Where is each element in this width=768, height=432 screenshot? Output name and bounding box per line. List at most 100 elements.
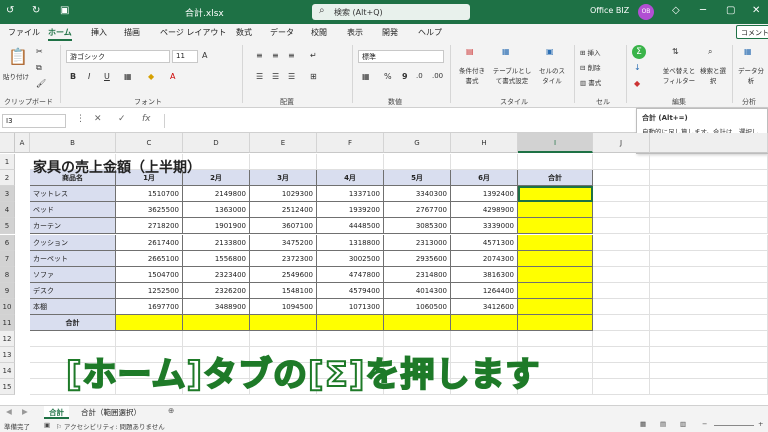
- row-header-7[interactable]: 7: [0, 250, 15, 267]
- sales-value-cell[interactable]: 2549600: [250, 266, 317, 283]
- wrap-text-icon[interactable]: ↵: [310, 51, 317, 60]
- tab-developer[interactable]: 開発: [382, 27, 398, 38]
- column-total-cell[interactable]: [384, 315, 451, 332]
- product-name-cell[interactable]: マットレス: [30, 186, 116, 203]
- sales-value-cell[interactable]: 3488900: [183, 298, 250, 315]
- fill-icon[interactable]: ↓: [634, 63, 641, 72]
- sales-value-cell[interactable]: 3340300: [384, 186, 451, 203]
- column-header-E[interactable]: E: [250, 133, 317, 153]
- prev-sheet-icon[interactable]: ◀: [6, 407, 12, 416]
- sales-value-cell[interactable]: 2074300: [451, 250, 518, 267]
- empty-cell[interactable]: [650, 347, 768, 364]
- empty-cell[interactable]: [650, 282, 768, 299]
- tab-data[interactable]: データ: [270, 27, 294, 38]
- increase-decimal-icon[interactable]: .0: [416, 72, 423, 80]
- sales-value-cell[interactable]: 2665100: [116, 250, 183, 267]
- sales-value-cell[interactable]: 1939200: [317, 202, 384, 219]
- sales-value-cell[interactable]: 2935600: [384, 250, 451, 267]
- sales-value-cell[interactable]: 1901900: [183, 218, 250, 235]
- page-layout-view-icon[interactable]: ▤: [660, 420, 666, 428]
- empty-cell[interactable]: [650, 379, 768, 396]
- font-name-select[interactable]: 游ゴシック: [66, 50, 170, 63]
- sales-value-cell[interactable]: 1363000: [183, 202, 250, 219]
- percent-icon[interactable]: %: [384, 72, 392, 81]
- sales-value-cell[interactable]: 1548100: [250, 282, 317, 299]
- empty-cell[interactable]: [593, 218, 650, 235]
- row-total-cell[interactable]: [518, 298, 593, 315]
- diamond-icon[interactable]: ◇: [672, 5, 680, 16]
- normal-view-icon[interactable]: ▦: [640, 420, 646, 428]
- sales-value-cell[interactable]: 2323400: [183, 266, 250, 283]
- column-total-cell[interactable]: [183, 315, 250, 332]
- sales-value-cell[interactable]: 2133800: [183, 234, 250, 251]
- product-name-cell[interactable]: クッション: [30, 234, 116, 251]
- empty-cell[interactable]: [451, 154, 518, 171]
- row-total-cell[interactable]: [518, 266, 593, 283]
- tab-review[interactable]: 校閲: [311, 27, 327, 38]
- sales-value-cell[interactable]: 1252500: [116, 282, 183, 299]
- row-header-13[interactable]: 13: [0, 347, 15, 364]
- zoom-out-icon[interactable]: −: [702, 420, 707, 428]
- sales-value-cell[interactable]: 2767700: [384, 202, 451, 219]
- tab-page-layout[interactable]: ページ レイアウト: [160, 27, 226, 38]
- empty-cell[interactable]: [451, 331, 518, 348]
- currency-icon[interactable]: ▦: [362, 72, 370, 81]
- row-header-11[interactable]: 11: [0, 315, 15, 332]
- empty-cell[interactable]: [650, 234, 768, 251]
- sales-value-cell[interactable]: 2512400: [250, 202, 317, 219]
- add-sheet-icon[interactable]: ⊕: [168, 406, 174, 415]
- empty-cell[interactable]: [593, 347, 650, 364]
- conditional-format-label[interactable]: 条件付き書式: [456, 65, 488, 85]
- sales-value-cell[interactable]: 1071300: [317, 298, 384, 315]
- row-header-2[interactable]: 2: [0, 170, 15, 187]
- row-header-10[interactable]: 10: [0, 298, 15, 315]
- format-painter-icon[interactable]: 🖌: [36, 79, 46, 88]
- cell-styles-label[interactable]: セルのスタイル: [536, 65, 568, 85]
- sheet-title[interactable]: 家具の売上金額（上半期）: [33, 157, 201, 177]
- tab-formulas[interactable]: 数式: [236, 27, 252, 38]
- column-total-cell[interactable]: [451, 315, 518, 332]
- empty-cell[interactable]: [593, 186, 650, 203]
- sales-value-cell[interactable]: 2372300: [250, 250, 317, 267]
- data-analysis-label[interactable]: データ分析: [736, 65, 766, 85]
- enter-icon[interactable]: ✓: [118, 114, 126, 124]
- sales-value-cell[interactable]: 4298900: [451, 202, 518, 219]
- align-right-icon[interactable]: ☰: [288, 72, 295, 81]
- empty-cell[interactable]: [650, 170, 768, 187]
- column-total-cell[interactable]: [116, 315, 183, 332]
- align-bottom-icon[interactable]: ≡: [288, 51, 295, 60]
- empty-cell[interactable]: [593, 154, 650, 171]
- empty-cell[interactable]: [650, 186, 768, 203]
- row-header-6[interactable]: 6: [0, 234, 15, 251]
- empty-cell[interactable]: [384, 331, 451, 348]
- minimize-icon[interactable]: ─: [700, 5, 706, 16]
- empty-cell[interactable]: [650, 331, 768, 348]
- sales-value-cell[interactable]: 2718200: [116, 218, 183, 235]
- zoom-in-icon[interactable]: +: [758, 420, 763, 428]
- product-name-cell[interactable]: ベッド: [30, 202, 116, 219]
- select-all-corner[interactable]: [0, 133, 15, 153]
- empty-cell[interactable]: [317, 154, 384, 171]
- empty-cell[interactable]: [593, 363, 650, 380]
- decrease-decimal-icon[interactable]: .00: [432, 72, 443, 80]
- italic-icon[interactable]: I: [88, 72, 90, 81]
- empty-cell[interactable]: [384, 154, 451, 171]
- sales-value-cell[interactable]: 2149800: [183, 186, 250, 203]
- tab-home[interactable]: ホーム: [48, 27, 72, 41]
- sales-value-cell[interactable]: 1029300: [250, 186, 317, 203]
- empty-cell[interactable]: [593, 315, 650, 332]
- align-middle-icon[interactable]: ≡: [272, 51, 279, 60]
- sales-value-cell[interactable]: 1094500: [250, 298, 317, 315]
- row-total-cell[interactable]: [518, 234, 593, 251]
- row-header-3[interactable]: 3: [0, 186, 15, 203]
- font-size-select[interactable]: 11: [172, 50, 198, 63]
- empty-cell[interactable]: [593, 234, 650, 251]
- row-header-1[interactable]: 1: [0, 154, 15, 171]
- sales-value-cell[interactable]: 1318800: [317, 234, 384, 251]
- row-header-4[interactable]: 4: [0, 202, 15, 219]
- column-total-cell[interactable]: [518, 315, 593, 332]
- cut-icon[interactable]: ✂: [36, 47, 43, 56]
- sales-value-cell[interactable]: 3625500: [116, 202, 183, 219]
- column-header-B[interactable]: B: [30, 133, 116, 153]
- sales-value-cell[interactable]: 3816300: [451, 266, 518, 283]
